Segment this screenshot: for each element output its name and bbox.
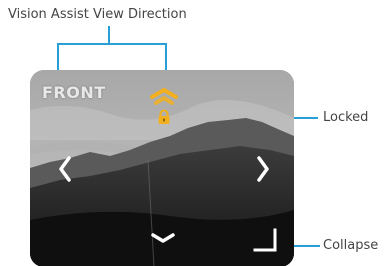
chevron-right-icon[interactable] <box>256 156 270 182</box>
callout-line-stem <box>108 26 110 44</box>
lock-icon <box>156 109 172 125</box>
view-direction-callout-label: Vision Assist View Direction <box>8 7 187 22</box>
callout-line-bracket <box>57 43 167 45</box>
collapse-corner-icon <box>253 228 277 252</box>
collapse-button[interactable] <box>251 226 279 254</box>
chevron-up-icon[interactable] <box>150 88 178 106</box>
vision-assist-view: FRONT <box>30 70 294 266</box>
chevron-left-icon[interactable] <box>58 156 72 182</box>
locked-callout-label: Locked <box>323 110 369 125</box>
collapse-callout-label: Collapse <box>323 238 379 253</box>
chevron-down-icon[interactable] <box>150 232 176 244</box>
view-direction-label: FRONT <box>42 83 106 102</box>
callout-line-left-drop <box>57 43 59 71</box>
